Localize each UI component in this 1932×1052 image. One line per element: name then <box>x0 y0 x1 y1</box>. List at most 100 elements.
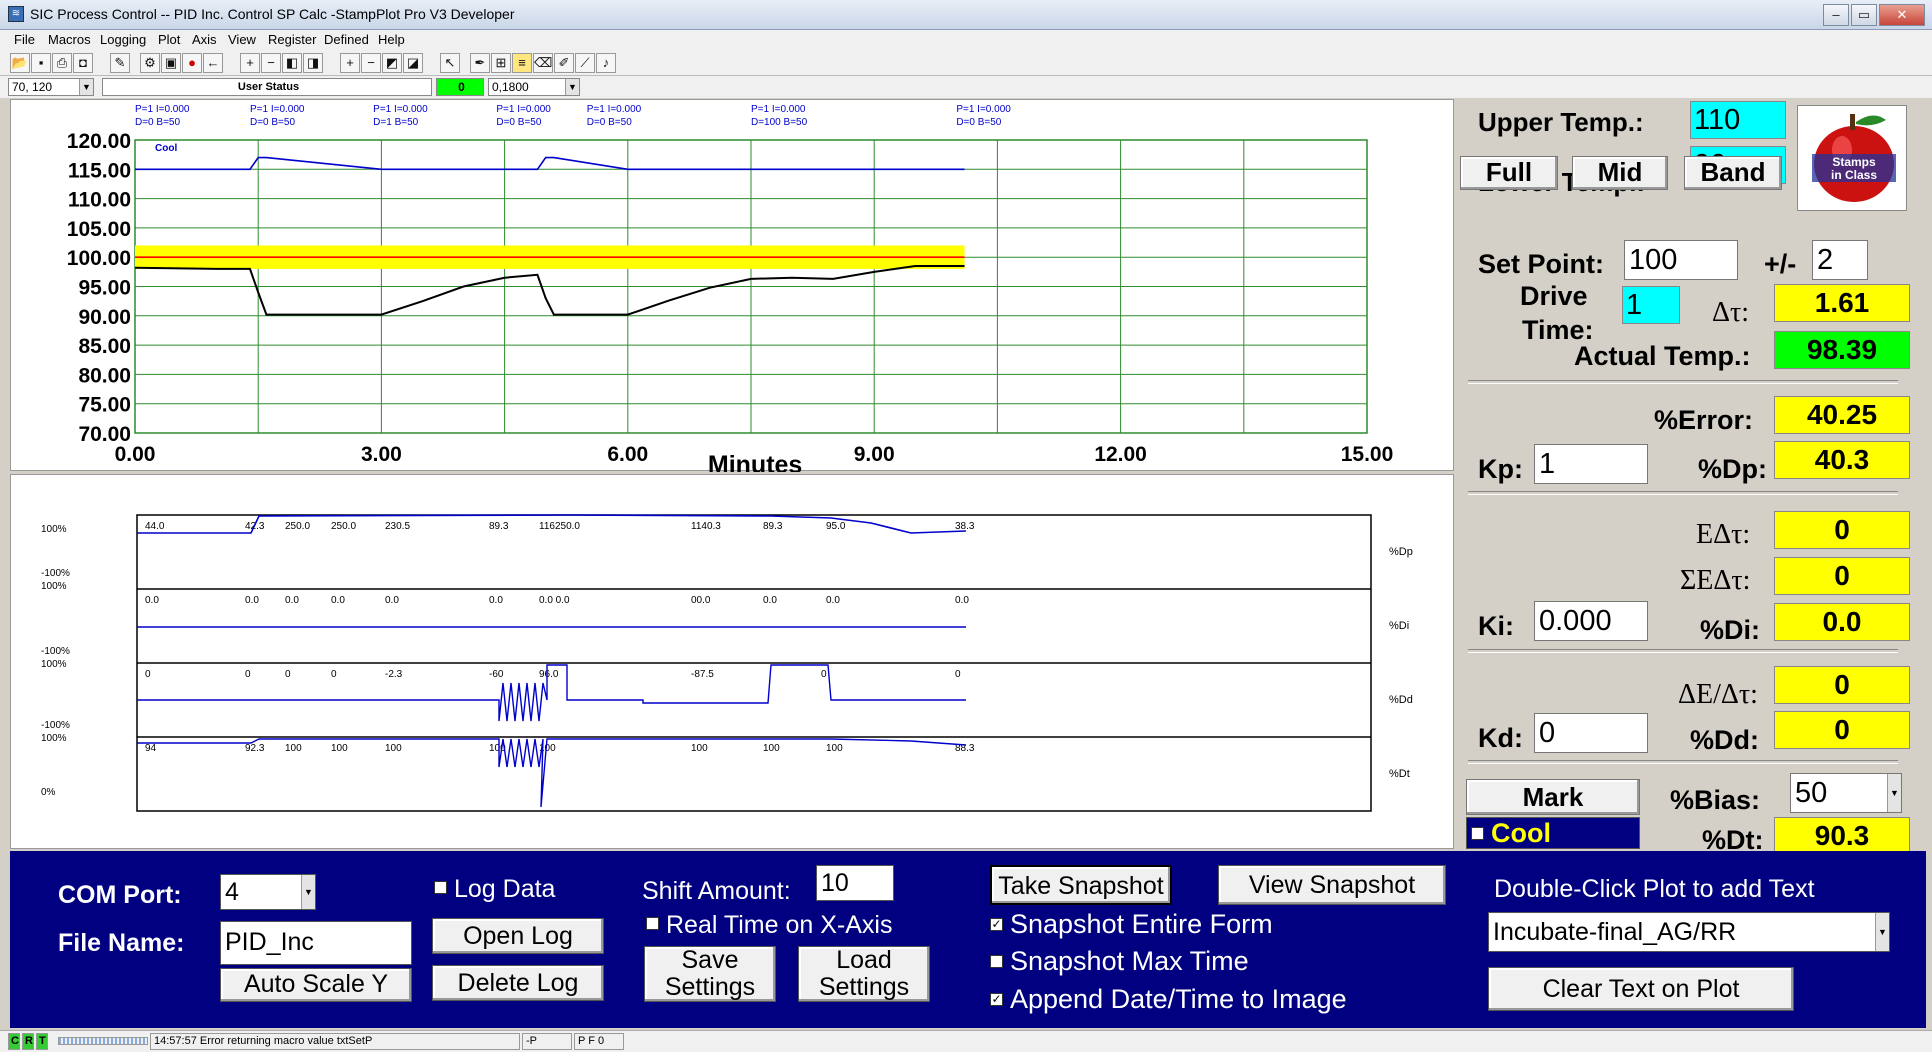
menu-axis[interactable]: Axis <box>192 32 217 47</box>
pid-left-label: -100% <box>41 646 70 657</box>
kp-input[interactable]: 1 <box>1534 444 1648 484</box>
file-name-label: File Name: <box>58 929 185 957</box>
kd-input[interactable]: 0 <box>1534 713 1648 753</box>
menu-defined[interactable]: Defined <box>324 32 369 47</box>
r-indicator: R <box>22 1033 34 1050</box>
upper-temp-input[interactable]: 110 <box>1690 101 1786 139</box>
pid-value-label: 0 <box>955 669 961 680</box>
bell-icon[interactable]: ♪ <box>596 53 616 73</box>
menu-file[interactable]: File <box>14 32 35 47</box>
scroll-up-icon[interactable]: ◩ <box>382 53 402 73</box>
save-icon[interactable]: ▪ <box>31 53 51 73</box>
zoom-in-x-icon[interactable]: + <box>240 53 260 73</box>
file-name-input[interactable]: PID_Inc <box>220 921 412 965</box>
sum-e-dt-label: ΣEΔτ: <box>1680 565 1751 596</box>
zoom-out-y-icon[interactable]: − <box>361 53 381 73</box>
value-dropdown[interactable]: 0,1800 ▼ <box>488 78 580 96</box>
coords-dropdown[interactable]: 70, 120 ▼ <box>8 78 94 96</box>
ki-input[interactable]: 0.000 <box>1534 601 1648 641</box>
pid-value-label: 100 <box>331 743 348 754</box>
scroll-down-icon[interactable]: ◪ <box>403 53 423 73</box>
menu-plot[interactable]: Plot <box>158 32 180 47</box>
clear-text-button[interactable]: Clear Text on Plot <box>1488 967 1794 1011</box>
take-snapshot-button[interactable]: Take Snapshot <box>990 865 1172 905</box>
wand-icon[interactable]: ✎ <box>110 53 130 73</box>
back-arrow-icon[interactable]: ← <box>203 53 223 73</box>
main-plot[interactable]: 120.00 115.00 110.00 105.00 100.00 95.00 90.00… <box>10 99 1455 479</box>
drive-time-input[interactable]: 1 <box>1622 286 1680 324</box>
draw-icon[interactable]: ✐ <box>554 53 574 73</box>
plot-annotation: D=0 B=50 <box>250 117 295 128</box>
text-combo-dropdown[interactable]: Incubate-final_AG/RR ▼ <box>1488 912 1890 952</box>
set-point-input[interactable]: 100 <box>1624 240 1738 280</box>
connect-icon[interactable]: ⚙ <box>140 53 160 73</box>
camera-icon[interactable]: ◘ <box>73 53 93 73</box>
highlight-icon[interactable]: ≡ <box>512 53 532 73</box>
select-icon[interactable]: ↖ <box>440 53 460 73</box>
open-icon[interactable]: 📂 <box>10 53 30 73</box>
append-date-checkbox[interactable]: ✓ <box>990 993 1003 1006</box>
snapshot-max-checkbox[interactable] <box>990 955 1003 968</box>
bias-input[interactable]: 50 ▼ <box>1790 773 1902 813</box>
maximize-button[interactable]: ▭ <box>1851 4 1877 26</box>
snapshot-entire-checkbox[interactable]: ✓ <box>990 918 1003 931</box>
pid-value-label: 230.5 <box>385 521 410 532</box>
pid-plot[interactable]: 100% -100% 100% -100% 100% -100% 100% 0% %Dp %Di%… <box>10 474 1454 849</box>
view-snapshot-button[interactable]: View Snapshot <box>1218 865 1446 905</box>
plusminus-input[interactable]: 2 <box>1812 240 1868 280</box>
print-icon[interactable]: ⎙ <box>52 53 72 73</box>
menu-help[interactable]: Help <box>378 32 405 47</box>
pid-value-label: 100 <box>691 743 708 754</box>
stop-icon[interactable]: ● <box>182 53 202 73</box>
kd-label: Kd: <box>1478 723 1523 753</box>
delete-log-button[interactable]: Delete Log <box>432 965 604 1001</box>
menu-logging[interactable]: Logging <box>100 32 146 47</box>
zoom-out-x-icon[interactable]: − <box>261 53 281 73</box>
dp-label: %Dp: <box>1698 454 1767 484</box>
open-log-button[interactable]: Open Log <box>432 918 604 954</box>
zoom-in-y-icon[interactable]: + <box>340 53 360 73</box>
scroll-left-icon[interactable]: ◧ <box>282 53 302 73</box>
plot-annotation: P=1 I=0.000 <box>250 104 305 115</box>
de-dt-label: ΔE/Δτ: <box>1678 679 1758 710</box>
band-button[interactable]: Band <box>1684 156 1782 190</box>
chevron-down-icon: ▼ <box>1887 774 1901 812</box>
pid-left-label: 100% <box>41 581 67 592</box>
pid-term-chart[interactable]: 100% -100% 100% -100% 100% -100% 100% 0% %Dp %Di%… <box>11 475 1455 850</box>
pen-icon[interactable]: ✒ <box>470 53 490 73</box>
pid-value-label: 100 <box>826 743 843 754</box>
close-button[interactable]: ✕ <box>1879 4 1925 26</box>
separator <box>1468 649 1898 653</box>
load-settings-button[interactable]: Load Settings <box>798 946 930 1002</box>
grid-icon[interactable]: ⊞ <box>491 53 511 73</box>
com-port-dropdown[interactable]: 4 ▼ <box>220 874 316 910</box>
bias-label: %Bias: <box>1670 785 1761 815</box>
log-data-checkbox[interactable] <box>434 881 447 894</box>
scroll-right-icon[interactable]: ◨ <box>303 53 323 73</box>
mark-button[interactable]: Mark <box>1466 779 1640 815</box>
pid-value-label: 0.0 <box>385 595 399 606</box>
pf-indicator: P F 0 <box>574 1033 624 1050</box>
shift-amount-input[interactable]: 10 <box>816 865 894 901</box>
auto-scale-y-button[interactable]: Auto Scale Y <box>220 968 412 1002</box>
temperature-chart[interactable]: 120.00 115.00 110.00 105.00 100.00 95.00 90.00… <box>11 100 1455 479</box>
minimize-button[interactable]: – <box>1823 4 1849 26</box>
p-indicator: -P <box>522 1033 572 1050</box>
pid-value-label: 0 <box>331 669 337 680</box>
status-row: 70, 120 ▼ User Status 0 0,1800 ▼ <box>0 76 1932 98</box>
mid-button[interactable]: Mid <box>1572 156 1668 190</box>
clear-icon[interactable]: ⌫ <box>533 53 553 73</box>
plot-annotation: D=0 B=50 <box>587 117 632 128</box>
menu-view[interactable]: View <box>228 32 256 47</box>
real-time-checkbox[interactable] <box>646 917 659 930</box>
save-settings-button[interactable]: Save Settings <box>644 946 776 1002</box>
plot-annotation: P=1 I=0.000 <box>956 104 1011 115</box>
com-port-value: 4 <box>225 878 239 906</box>
chevron-down-icon: ▼ <box>79 79 93 95</box>
line-icon[interactable]: ⟋ <box>575 53 595 73</box>
full-button[interactable]: Full <box>1460 156 1558 190</box>
cool-checkbox[interactable] <box>1471 827 1484 840</box>
menu-macros[interactable]: Macros <box>48 32 91 47</box>
menu-register[interactable]: Register <box>268 32 316 47</box>
monitor-icon[interactable]: ▣ <box>161 53 181 73</box>
